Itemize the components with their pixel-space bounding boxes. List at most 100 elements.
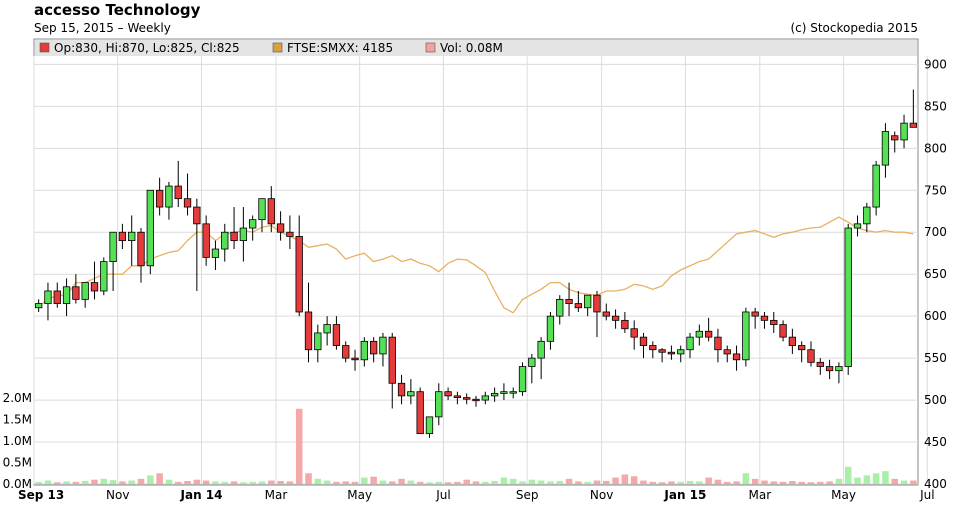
candle-body xyxy=(770,319,778,325)
volume-bar xyxy=(426,482,433,484)
price-tick-label: 600 xyxy=(924,309,947,323)
candle-body xyxy=(500,391,508,394)
volume-bar xyxy=(723,481,731,484)
price-tick-label: 450 xyxy=(924,435,947,449)
legend-label: FTSE:SMXX: 4185 xyxy=(287,41,393,55)
candle-body xyxy=(639,336,648,346)
volume-bar xyxy=(463,479,470,484)
volume-bar xyxy=(742,473,750,484)
volume-bar xyxy=(379,480,387,484)
candle-body xyxy=(704,330,713,338)
volume-bar xyxy=(900,480,908,484)
volume-bar xyxy=(509,478,517,484)
volume-bar xyxy=(44,480,52,484)
time-tick-label: Mar xyxy=(748,488,771,502)
candle-body xyxy=(34,303,43,309)
candle-body xyxy=(844,227,852,367)
candle-body xyxy=(425,416,434,435)
volume-bar xyxy=(556,480,564,484)
volume-axis: 0.0M0.5M1.0M1.5M2.0M xyxy=(3,391,32,491)
candle-body xyxy=(835,366,843,372)
volume-bar xyxy=(621,474,629,484)
candle-body xyxy=(314,332,322,351)
time-tick-label: Sep 13 xyxy=(18,488,64,502)
candle-body xyxy=(435,391,443,418)
candle-body xyxy=(695,330,703,338)
candle xyxy=(872,160,880,216)
volume-bar xyxy=(202,480,210,484)
candle-body xyxy=(211,248,220,258)
candle-body xyxy=(249,219,257,229)
candle-body xyxy=(463,397,471,400)
candle-body xyxy=(155,189,164,208)
candle-body xyxy=(416,391,424,435)
candle-body xyxy=(528,357,536,367)
time-tick-label: Nov xyxy=(106,488,129,502)
candle-body xyxy=(881,131,890,166)
volume-bar xyxy=(668,481,675,484)
volume-bar xyxy=(910,480,917,484)
volume-bar xyxy=(398,478,405,484)
volume-bar xyxy=(333,481,340,484)
candle-body xyxy=(221,231,229,250)
candle-body xyxy=(53,290,61,304)
volume-bar xyxy=(100,478,108,484)
volume-bar xyxy=(435,481,443,484)
candle-body xyxy=(472,398,480,402)
candle-body xyxy=(574,303,583,309)
volume-bar xyxy=(240,482,247,484)
legend-swatch xyxy=(272,42,283,53)
volume-bar xyxy=(81,480,89,484)
volume-bar xyxy=(286,481,294,484)
volume-bar xyxy=(444,482,452,484)
candle-body xyxy=(100,261,108,292)
volume-bar xyxy=(137,478,145,484)
volume-bar xyxy=(54,482,61,484)
volume-bar xyxy=(156,473,163,484)
candle-body xyxy=(295,236,303,313)
candle-body xyxy=(714,336,722,351)
candle-body xyxy=(518,366,527,393)
candle-body xyxy=(742,311,750,361)
volume-bar xyxy=(537,480,545,484)
volume-bar xyxy=(770,481,778,484)
candle-body xyxy=(44,290,52,304)
volume-bar xyxy=(72,481,80,484)
volume-bar xyxy=(370,476,377,484)
volume-bar xyxy=(584,481,591,484)
volume-bar xyxy=(593,480,601,484)
candle-body xyxy=(723,349,731,355)
candle-body xyxy=(807,349,815,363)
candle-body xyxy=(397,382,406,397)
candle-body xyxy=(565,298,573,304)
volume-bar xyxy=(649,481,657,484)
volume-bar xyxy=(872,473,880,484)
candle-body xyxy=(509,391,517,394)
volume-bar xyxy=(789,480,796,484)
candle-body xyxy=(351,357,359,361)
volume-bar xyxy=(882,471,889,484)
candle-body xyxy=(342,345,350,359)
volume-bar xyxy=(826,481,833,484)
time-axis: Sep 13 Nov Jan 14 Mar May Jul Sep Nov Jan 15 Mar M… xyxy=(18,488,935,502)
volume-bar xyxy=(714,479,722,484)
volume-bar xyxy=(482,481,489,484)
candle-body xyxy=(872,164,880,208)
volume-tick-label: 2.0M xyxy=(3,391,32,405)
volume-bar xyxy=(351,481,359,484)
candle-body xyxy=(816,361,824,367)
candle-body xyxy=(128,231,136,242)
candle-body xyxy=(118,231,127,242)
candle-body xyxy=(81,282,89,300)
volume-bar xyxy=(361,477,368,484)
candle-body xyxy=(332,324,341,346)
volume-bar xyxy=(268,480,275,484)
candle-body xyxy=(751,311,759,317)
volume-bar xyxy=(147,475,154,484)
volume-bar xyxy=(454,481,461,484)
volume-bar xyxy=(779,481,787,484)
candle-body xyxy=(202,223,210,258)
candle xyxy=(416,387,424,435)
volume-bar xyxy=(807,482,815,484)
candle-body xyxy=(444,391,452,397)
